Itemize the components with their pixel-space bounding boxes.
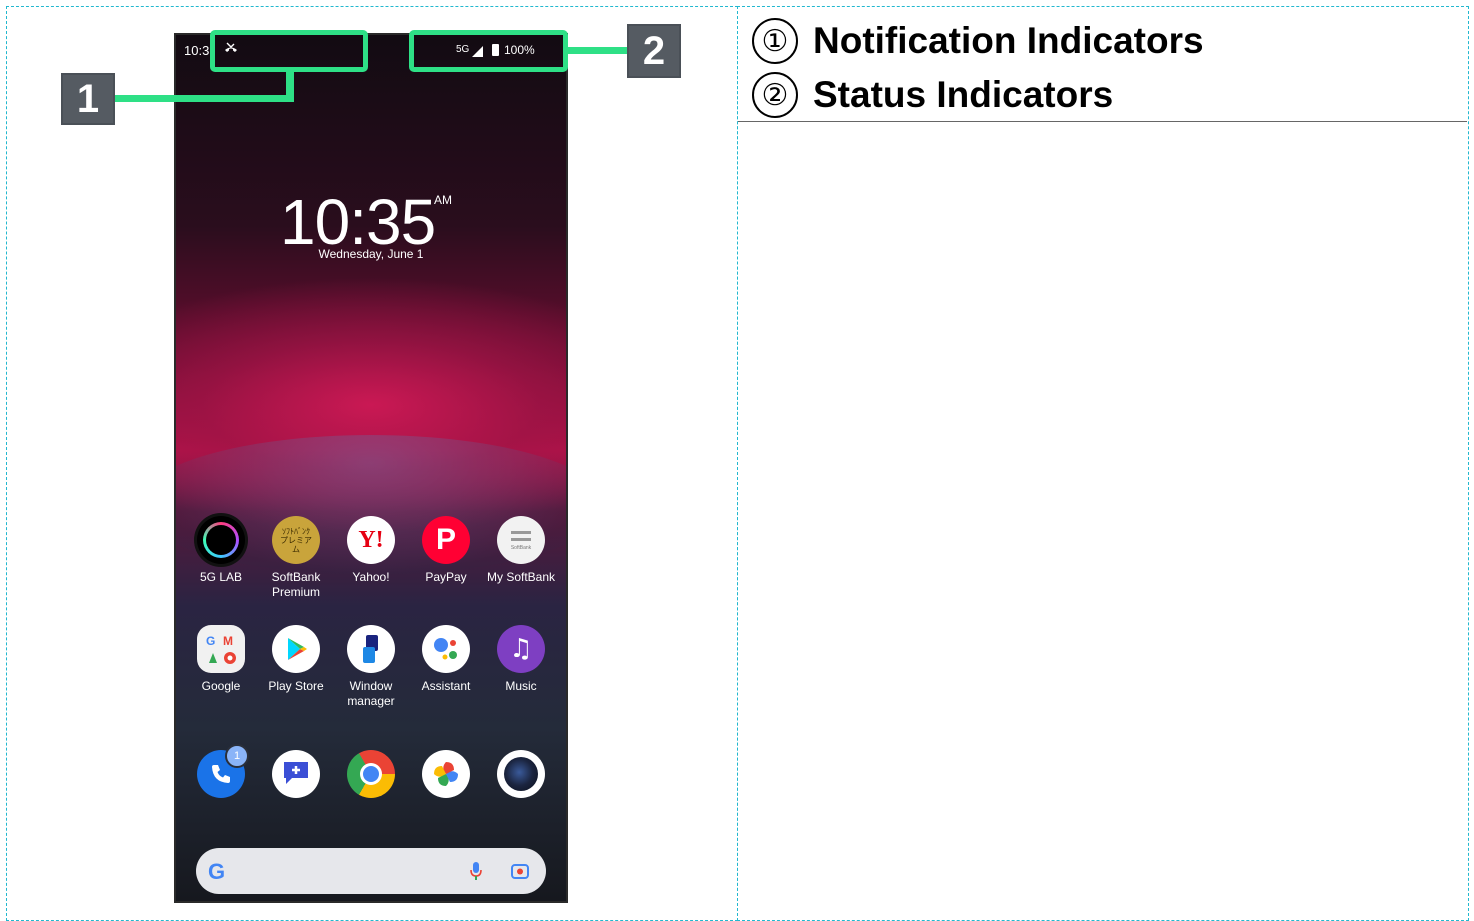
legend-text: Notification Indicators bbox=[813, 20, 1204, 61]
app-paypay[interactable]: P PayPay bbox=[408, 516, 484, 585]
legend-item-notification: ① Notification Indicators bbox=[752, 16, 1204, 66]
google-logo-icon: G bbox=[208, 859, 226, 884]
icon-text: Y! bbox=[358, 526, 384, 553]
svg-text:M: M bbox=[223, 634, 233, 648]
legend-divider bbox=[738, 121, 1467, 122]
dock-chrome[interactable] bbox=[333, 750, 409, 798]
photos-icon bbox=[422, 750, 470, 798]
app-label: Assistant bbox=[421, 679, 471, 693]
callout-line-1-horizontal bbox=[114, 95, 294, 102]
app-google-folder[interactable]: G M Google bbox=[183, 625, 259, 694]
mic-icon[interactable] bbox=[470, 861, 482, 886]
google-search-bar[interactable]: G bbox=[196, 848, 546, 894]
icon-text: ♫ bbox=[509, 634, 533, 664]
app-assistant[interactable]: Assistant bbox=[408, 625, 484, 694]
5g-lab-icon bbox=[197, 516, 245, 564]
legend-number: ② bbox=[752, 72, 798, 118]
app-label: Google bbox=[201, 679, 241, 693]
phone-badge: 1 bbox=[225, 744, 249, 768]
app-5g-lab[interactable]: 5G LAB bbox=[183, 516, 259, 585]
music-icon: ♫ bbox=[497, 625, 545, 673]
app-window-manager[interactable]: Window manager bbox=[333, 625, 409, 709]
legend-text: Status Indicators bbox=[813, 74, 1114, 115]
legend-number: ① bbox=[752, 18, 798, 64]
app-label: PayPay bbox=[425, 570, 467, 584]
my-softbank-icon: SoftBank bbox=[497, 516, 545, 564]
notification-highlight bbox=[210, 30, 368, 72]
app-softbank-premium[interactable]: ｿﾌﾄﾊﾞﾝｸ プレミアム SoftBank Premium bbox=[258, 516, 334, 600]
camera-icon bbox=[497, 750, 545, 798]
google-folder-icon: G M bbox=[197, 625, 245, 673]
app-play-store[interactable]: Play Store bbox=[258, 625, 334, 694]
description-cell bbox=[737, 6, 1469, 921]
app-music[interactable]: ♫ Music bbox=[483, 625, 559, 694]
lock-clock-ampm: AM bbox=[434, 193, 452, 207]
phone-icon: 1 bbox=[197, 744, 249, 798]
status-time: 10:3 bbox=[184, 43, 210, 58]
icon-text: P bbox=[435, 523, 456, 556]
dock-messages[interactable] bbox=[258, 750, 334, 798]
status-highlight bbox=[409, 30, 568, 72]
callout-line-2 bbox=[566, 47, 628, 54]
callout-number-2: 2 bbox=[627, 24, 681, 78]
svg-text:G: G bbox=[206, 634, 215, 648]
assistant-icon bbox=[422, 625, 470, 673]
app-label: 5G LAB bbox=[199, 570, 243, 584]
softbank-premium-icon: ｿﾌﾄﾊﾞﾝｸ プレミアム bbox=[272, 516, 320, 564]
lens-icon[interactable] bbox=[510, 861, 530, 886]
app-yahoo[interactable]: Y! Yahoo! bbox=[333, 516, 409, 585]
paypay-icon: P bbox=[422, 516, 470, 564]
lock-date: Wednesday, June 1 bbox=[318, 247, 424, 261]
dock-phone[interactable]: 1 bbox=[183, 744, 259, 798]
legend-item-status: ② Status Indicators bbox=[752, 70, 1113, 120]
app-label: My SoftBank bbox=[486, 570, 556, 584]
dock-camera[interactable] bbox=[483, 750, 559, 798]
app-my-softbank[interactable]: SoftBank My SoftBank bbox=[483, 516, 559, 585]
messages-icon bbox=[272, 750, 320, 798]
app-label: Play Store bbox=[268, 679, 324, 693]
callout-number-1: 1 bbox=[61, 73, 115, 125]
app-label: Yahoo! bbox=[352, 570, 390, 584]
chrome-icon bbox=[347, 750, 395, 798]
icon-text: SoftBank bbox=[510, 545, 532, 551]
dock-photos[interactable] bbox=[408, 750, 484, 798]
yahoo-icon: Y! bbox=[347, 516, 395, 564]
app-label: SoftBank Premium bbox=[271, 570, 321, 599]
app-label: Music bbox=[505, 679, 537, 693]
phone-screen: 10:3 5G 100% 10:35 AM Wednesday, June 1 … bbox=[176, 35, 566, 901]
app-label: Window manager bbox=[347, 679, 395, 708]
play-store-icon bbox=[272, 625, 320, 673]
icon-text: ｿﾌﾄﾊﾞﾝｸ プレミアム bbox=[280, 526, 312, 554]
window-manager-icon bbox=[347, 625, 395, 673]
